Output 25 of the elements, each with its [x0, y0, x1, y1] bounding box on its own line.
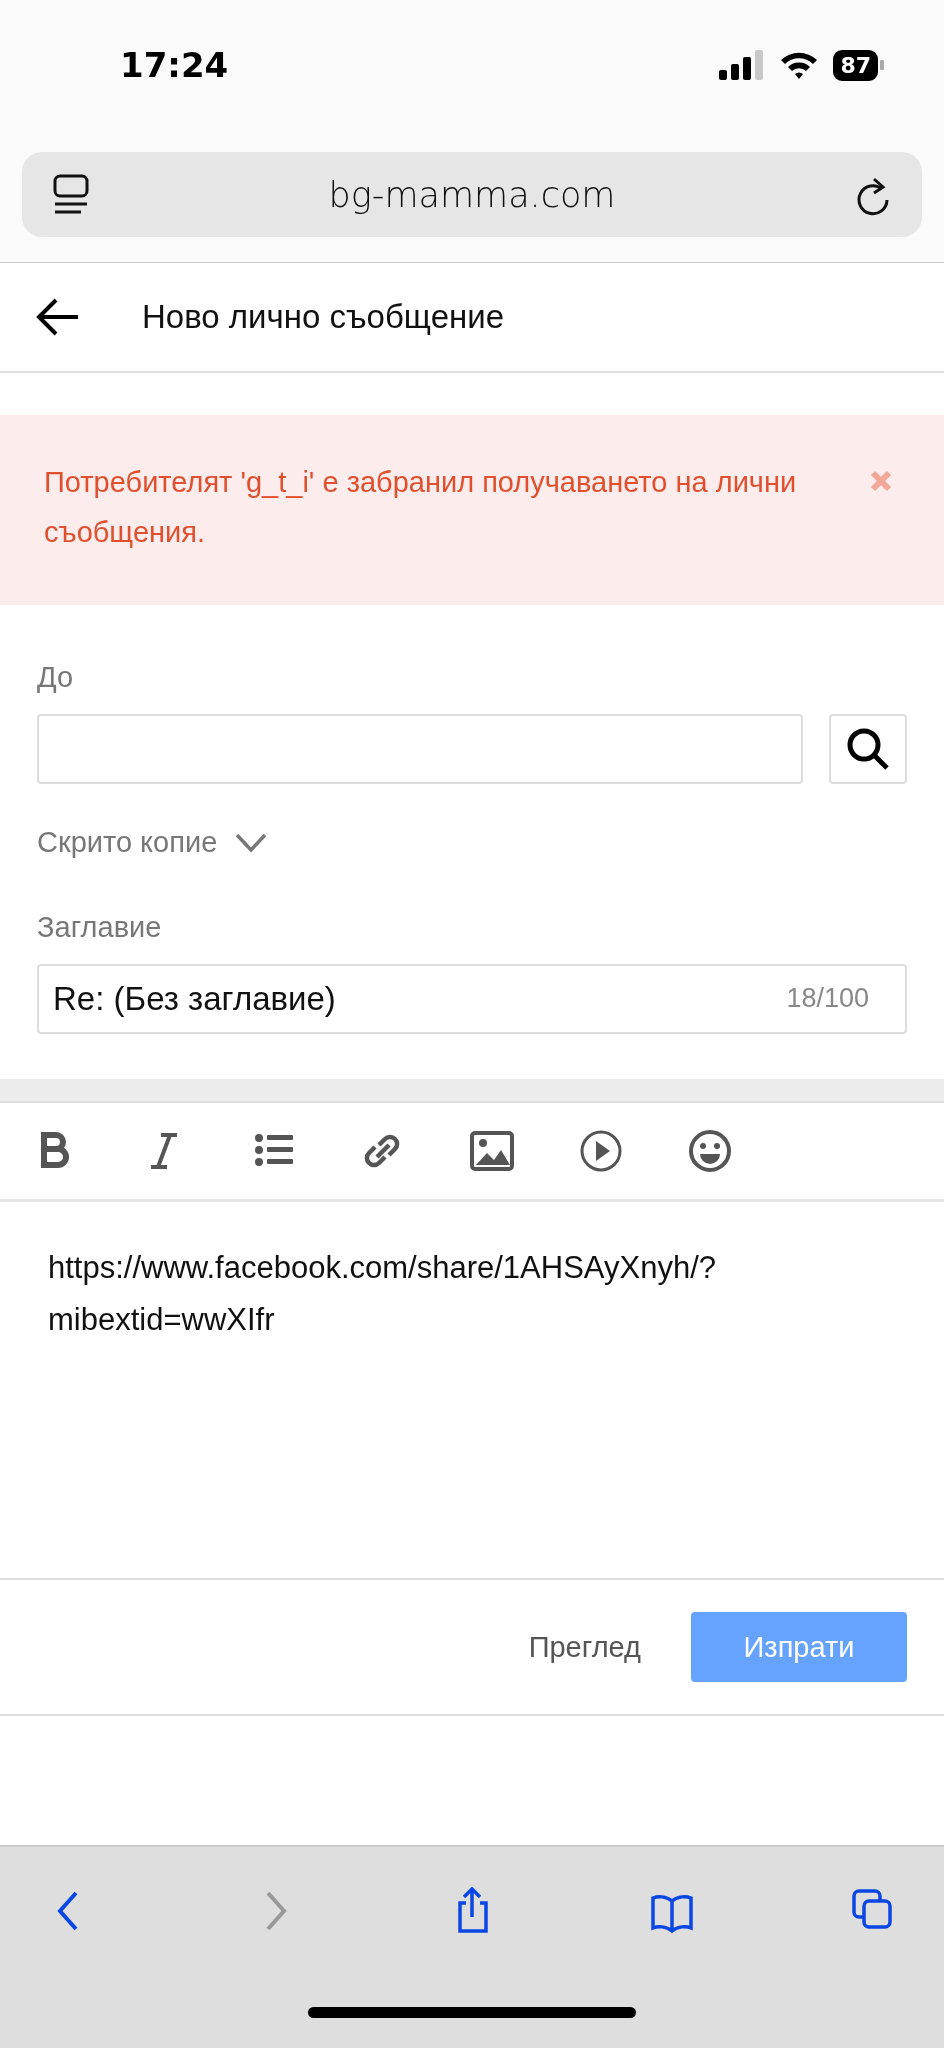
preview-button[interactable]: Преглед: [528, 1630, 641, 1664]
play-button[interactable]: [579, 1129, 623, 1173]
search-icon: [846, 727, 890, 771]
image-button[interactable]: [470, 1129, 514, 1173]
battery-level: 87: [833, 49, 878, 81]
clock-time: 17:24: [120, 45, 230, 85]
address-bar[interactable]: bg-mamma.com: [22, 152, 922, 237]
page-title: Ново лично съобщение: [142, 298, 505, 336]
wifi-icon: [779, 50, 820, 80]
smiley-button[interactable]: [688, 1129, 732, 1173]
field-label: До: [37, 661, 75, 694]
message-body[interactable]: https://www.facebook.com/share/1AHSAyXnyh/?mibextid=wwXIfr: [0, 1202, 944, 1580]
message-text: https://www.facebook.com/share/1AHSAyXnyh/?mibextid=wwXIfr: [48, 1249, 717, 1339]
bcc-toggle[interactable]: Скрито копие: [37, 826, 268, 859]
field-label: Заглавие: [37, 911, 163, 944]
error-message: Потребителят 'g_t_i' е забранил получаването на лични съобщения.: [44, 465, 798, 550]
signal-icon: [719, 50, 766, 80]
battery-tip-icon: [880, 60, 884, 70]
character-counter: 18/100: [786, 983, 869, 1014]
recipient-field[interactable]: [37, 714, 803, 784]
page-address: bg-mamma.com: [327, 174, 617, 215]
chevron-down-icon: [235, 832, 268, 853]
back-arrow-icon[interactable]: [36, 297, 80, 337]
reader-icon[interactable]: [52, 173, 90, 216]
search-button[interactable]: [829, 714, 907, 784]
